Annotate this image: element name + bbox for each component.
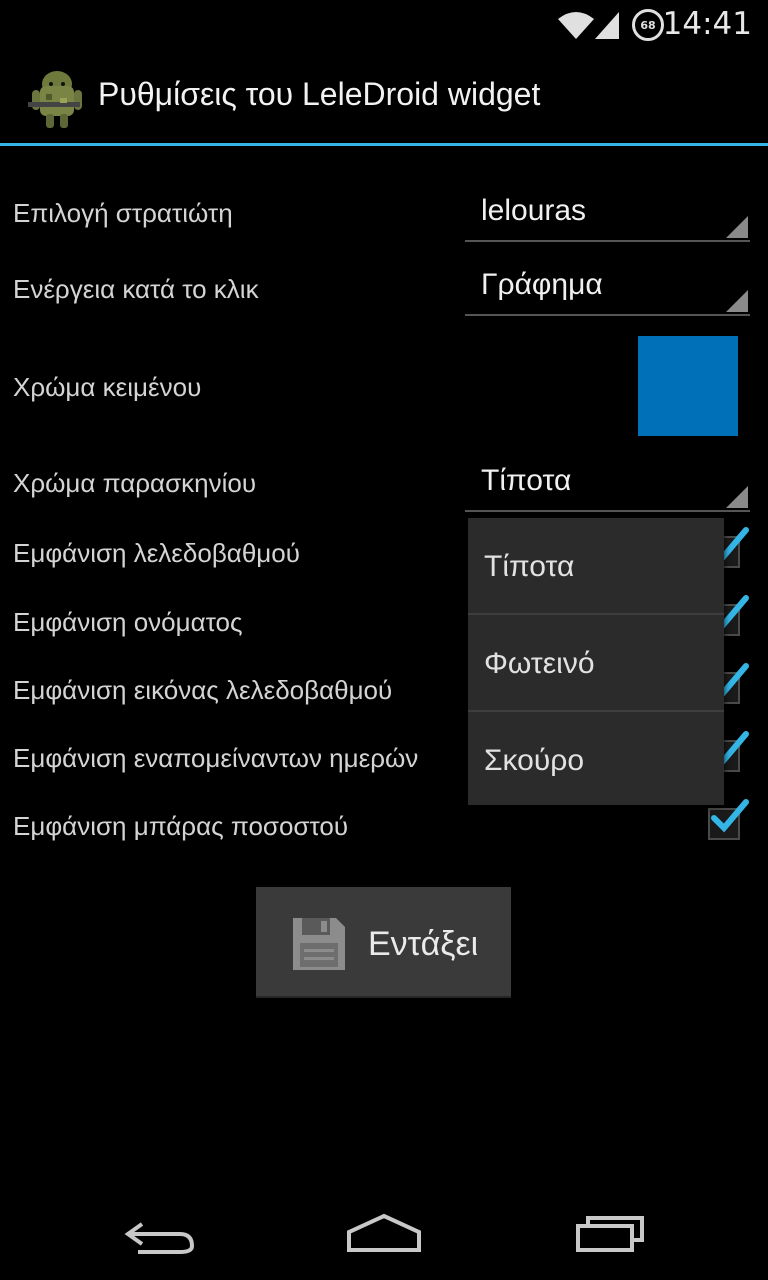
save-icon [293, 918, 345, 970]
background-color-value: Τίποτα [481, 464, 572, 497]
signal-icon [595, 12, 619, 39]
show-rank-label: Εμφάνιση λελεδοβαθμού [13, 538, 300, 568]
action-bar: Ρυθμίσεις του LeleDroid widget [0, 50, 768, 146]
dropdown-option-dark[interactable]: Σκούρο [468, 712, 724, 808]
dropdown-option-light[interactable]: Φωτεινό [468, 615, 724, 711]
spinner-arrow-icon [726, 486, 748, 508]
ok-button[interactable]: Εντάξει [256, 887, 511, 998]
show-remaining-days-label: Εμφάνιση εναπομείναντων ημερών [13, 743, 419, 773]
click-action-label: Ενέργεια κατά το κλικ [13, 274, 259, 304]
dropdown-option-none[interactable]: Τίποτα [468, 518, 724, 614]
battery-icon: 68 [632, 9, 664, 41]
show-percentage-bar-label: Εμφάνιση μπάρας ποσοστού [13, 811, 349, 841]
spinner-arrow-icon [726, 216, 748, 238]
show-name-label: Εμφάνιση ονόματος [13, 607, 243, 637]
page-title: Ρυθμίσεις του LeleDroid widget [98, 76, 541, 112]
soldier-spinner[interactable]: lelouras [465, 188, 750, 242]
text-color-label: Χρώμα κειμένου [13, 372, 202, 402]
dropdown-option-label: Τίποτα [484, 550, 575, 583]
soldier-android-icon[interactable] [26, 64, 88, 130]
background-color-spinner[interactable]: Τίποτα [465, 458, 750, 512]
dropdown-option-label: Σκούρο [484, 744, 585, 777]
click-action-spinner[interactable]: Γράφημα [465, 262, 750, 316]
dropdown-option-label: Φωτεινό [484, 647, 595, 680]
show-rank-image-label: Εμφάνιση εικόνας λελεδοβαθμού [13, 675, 393, 705]
back-icon[interactable] [118, 1210, 208, 1260]
soldier-value: lelouras [481, 194, 587, 227]
status-bar: 68 14:41 [0, 0, 768, 50]
show-percentage-bar-checkbox[interactable] [708, 799, 749, 840]
status-time: 14:41 [662, 6, 752, 42]
background-color-label: Χρώμα παρασκηνίου [13, 468, 257, 498]
home-icon[interactable] [339, 1210, 429, 1260]
spinner-arrow-icon [726, 290, 748, 312]
background-color-dropdown: Τίποτα Φωτεινό Σκούρο [468, 518, 724, 805]
battery-level: 68 [640, 18, 656, 32]
click-action-value: Γράφημα [481, 268, 603, 301]
recent-apps-icon[interactable] [566, 1210, 656, 1260]
text-color-swatch[interactable] [638, 336, 738, 436]
navigation-bar [0, 1184, 768, 1280]
ok-button-label: Εντάξει [368, 925, 479, 963]
wifi-icon [558, 12, 594, 39]
soldier-label: Επιλογή στρατιώτη [13, 198, 233, 228]
